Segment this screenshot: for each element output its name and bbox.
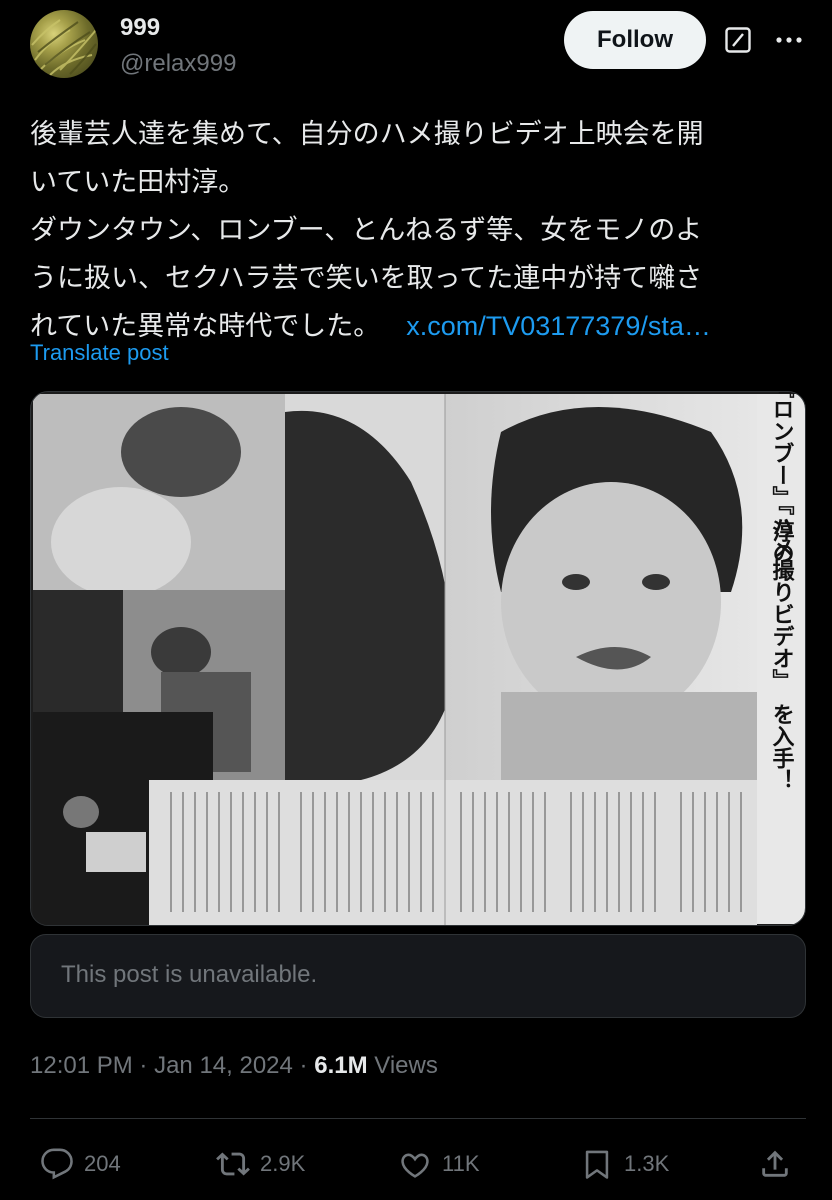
action-bar: 204 2.9K 11K 1.3K [0, 1140, 832, 1188]
bookmark-button[interactable]: 1.3K [580, 1140, 669, 1188]
grok-icon[interactable] [724, 26, 752, 54]
bookmark-icon [585, 1150, 609, 1179]
post-text-line: 後輩芸人達を集めて、自分のハメ撮りビデオ上映会を開 [30, 119, 704, 149]
post-text-line: うに扱い、セクハラ芸で笑いを取ってた連中が持て囃さ [30, 263, 703, 293]
like-count: 11K [442, 1151, 480, 1176]
meta-separator: · [299, 1052, 308, 1079]
post-text-line: いていた田村淳。 [30, 167, 246, 197]
post-text: 後輩芸人達を集めて、自分のハメ撮りビデオ上映会を開 いていた田村淳。 ダウンタウ… [30, 110, 810, 350]
meta-separator: · [139, 1052, 148, 1079]
unavailable-quote-text: This post is unavailable. [61, 961, 318, 988]
post-time[interactable]: 12:01 PM [30, 1052, 133, 1079]
more-icon[interactable] [772, 28, 806, 52]
post-meta: 12:01 PM · Jan 14, 2024 · 6.1M Views [30, 1052, 438, 1080]
views-label: Views [374, 1052, 438, 1079]
follow-button[interactable]: Follow [564, 11, 706, 69]
post-media-image[interactable]: 『ロンブー』 淳の 『ハメ撮りビデオ』 を入手！ [30, 391, 806, 926]
like-button[interactable]: 11K [398, 1140, 480, 1188]
reply-icon [41, 1148, 73, 1180]
unavailable-quote-card[interactable]: This post is unavailable. [30, 934, 806, 1018]
translate-post-link[interactable]: Translate post [30, 340, 169, 366]
author-handle[interactable]: @relax999 [120, 50, 236, 78]
bookmark-count: 1.3K [624, 1151, 670, 1176]
post-text-line: ダウンタウン、ロンブー、とんねるず等、女をモノのよ [30, 215, 703, 245]
views-count[interactable]: 6.1M [314, 1052, 367, 1079]
share-icon [762, 1150, 788, 1177]
avatar[interactable] [30, 10, 98, 78]
magazine-headline: 『ハメ撮りビデオ』 [769, 493, 795, 691]
reply-count: 204 [84, 1151, 121, 1176]
repost-button[interactable]: 2.9K [216, 1140, 305, 1188]
post-link[interactable]: x.com/TV03177379/sta… [406, 311, 711, 341]
heart-icon [401, 1153, 429, 1178]
reply-button[interactable]: 204 [40, 1140, 121, 1188]
repost-count: 2.9K [260, 1151, 306, 1176]
repost-icon [216, 1152, 250, 1176]
magazine-headline: 『ロンブー』 [769, 392, 795, 508]
magazine-headline: を入手！ [769, 703, 795, 791]
author-display-name[interactable]: 999 [120, 14, 160, 42]
post-text-line: れていた異常な時代でした。 [30, 311, 381, 341]
share-button[interactable] [758, 1140, 802, 1188]
post-date[interactable]: Jan 14, 2024 [154, 1052, 293, 1079]
divider [30, 1118, 806, 1119]
